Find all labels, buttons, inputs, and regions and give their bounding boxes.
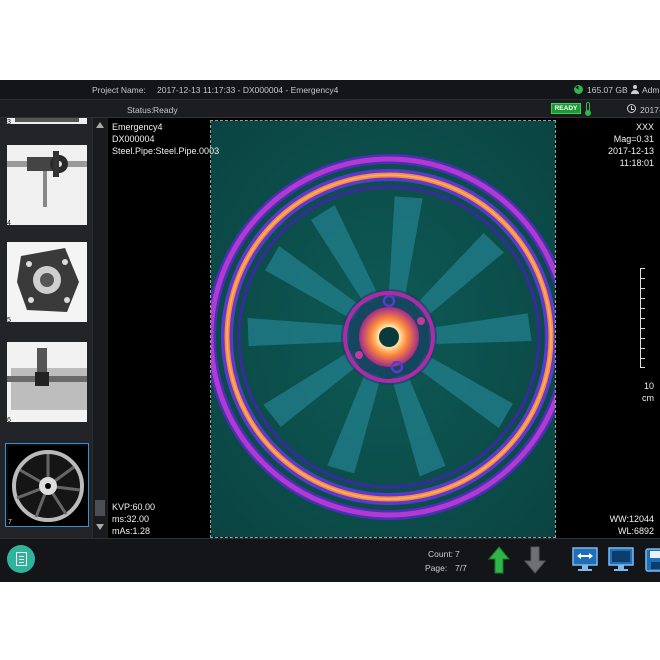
fit-width-monitor-icon <box>572 547 598 571</box>
project-name-label: Project Name: <box>92 85 146 95</box>
overlay-exam-id: DX000004 <box>112 134 155 144</box>
thumbnail-number: 7 <box>8 519 12 526</box>
title-bar: Project Name: 2017-12-13 11:17:33 - DX00… <box>0 80 660 100</box>
status-value: Ready <box>153 105 178 115</box>
page-label: Page: <box>425 563 448 573</box>
overlay-patient-name: Emergency4 <box>112 122 163 132</box>
xray-image[interactable] <box>210 120 556 538</box>
thumbnail-3[interactable]: 3 <box>5 118 89 126</box>
overlay-bottom-left: KVP:60.00 ms:32.00 mAs:1.28 <box>112 501 155 537</box>
count-value: 7 <box>455 549 460 559</box>
project-name-value: 2017-12-13 11:17:33 - DX000004 - Emergen… <box>157 85 339 95</box>
footer-toolbar: Count: 7 Page: 7/7 <box>0 538 660 582</box>
app-window: Project Name: 2017-12-13 11:17:33 - DX00… <box>0 80 660 582</box>
thumbnail-strip: 3 4 5 6 7 <box>0 118 92 538</box>
next-page-button[interactable] <box>523 546 547 574</box>
thumbnail-image <box>7 118 87 124</box>
scrollbar-handle[interactable] <box>95 500 105 516</box>
floppy-disk-icon <box>645 548 660 572</box>
status-label: Status: <box>127 105 154 115</box>
count-label: Count: <box>428 549 454 559</box>
overlay-ms: ms:32.00 <box>112 514 150 524</box>
save-button[interactable] <box>644 545 660 573</box>
user-name[interactable]: Admi <box>642 85 660 95</box>
ruler-value: 10 <box>643 381 654 391</box>
scroll-up-arrow-icon[interactable] <box>96 122 104 128</box>
thumbnail-number: 4 <box>7 220 11 227</box>
page-value: 7/7 <box>455 563 467 573</box>
overlay-institution: XXX <box>635 122 654 132</box>
thumbnail-scrollbar[interactable] <box>92 118 107 538</box>
overlay-protocol: Steel.Pipe:Steel.Pipe.0003 <box>112 146 220 156</box>
ruler-label: 10 cm <box>642 380 654 404</box>
overlay-magnification: Mag=0.31 <box>613 134 654 144</box>
image-viewer[interactable]: Emergency4 DX000004 Steel.Pipe:Steel.Pip… <box>108 118 660 538</box>
thumbnail-image <box>7 342 87 422</box>
overlay-date: 2017-12-13 <box>607 146 654 156</box>
overlay-time: 11:18:01 <box>619 158 654 168</box>
overlay-window-width: WW:12044 <box>609 514 654 524</box>
user-icon[interactable] <box>631 85 639 94</box>
overlay-top-left: Emergency4 DX000004 Steel.Pipe:Steel.Pip… <box>112 121 219 157</box>
scroll-down-arrow-icon[interactable] <box>96 524 104 530</box>
thermometer-icon <box>585 102 591 116</box>
thumbnail-6[interactable]: 6 <box>5 340 89 424</box>
thumbnail-4[interactable]: 4 <box>5 143 89 227</box>
thumbnail-7[interactable]: 7 <box>5 443 89 527</box>
full-screen-button[interactable] <box>608 545 634 573</box>
clock-icon <box>627 104 636 113</box>
monitor-icon <box>608 547 634 571</box>
thumbnail-image <box>8 446 88 526</box>
thumbnail-number: 5 <box>7 317 11 324</box>
previous-page-button[interactable] <box>487 546 511 574</box>
overlay-top-right: XXX Mag=0.31 2017-12-13 11:18:01 <box>608 121 654 169</box>
fit-width-button[interactable] <box>572 545 598 573</box>
overlay-window-level: WL:6892 <box>617 526 654 536</box>
overlay-bottom-right: WW:12044 WL:6892 <box>610 513 654 537</box>
document-icon <box>16 552 27 566</box>
thumbnail-number: 3 <box>7 119 11 126</box>
ruler-unit: cm <box>642 393 654 403</box>
thumbnail-image <box>7 145 87 225</box>
disk-usage-icon <box>574 85 583 94</box>
current-date: 2017- <box>640 105 660 115</box>
overlay-kvp: KVP:60.00 <box>112 502 156 512</box>
status-bar: Status: Ready READY 2017- <box>0 100 660 118</box>
arrow-down-icon <box>523 546 547 574</box>
ready-badge: READY <box>551 103 581 114</box>
overlay-mas: mAs:1.28 <box>112 526 151 536</box>
scale-ruler <box>640 268 646 368</box>
disk-free-value: 165.07 GB <box>587 85 628 95</box>
arrow-up-icon <box>487 546 511 574</box>
thumbnail-image <box>7 242 87 322</box>
report-button[interactable] <box>7 545 35 573</box>
thumbnail-5[interactable]: 5 <box>5 240 89 324</box>
thumbnail-number: 6 <box>7 417 11 424</box>
